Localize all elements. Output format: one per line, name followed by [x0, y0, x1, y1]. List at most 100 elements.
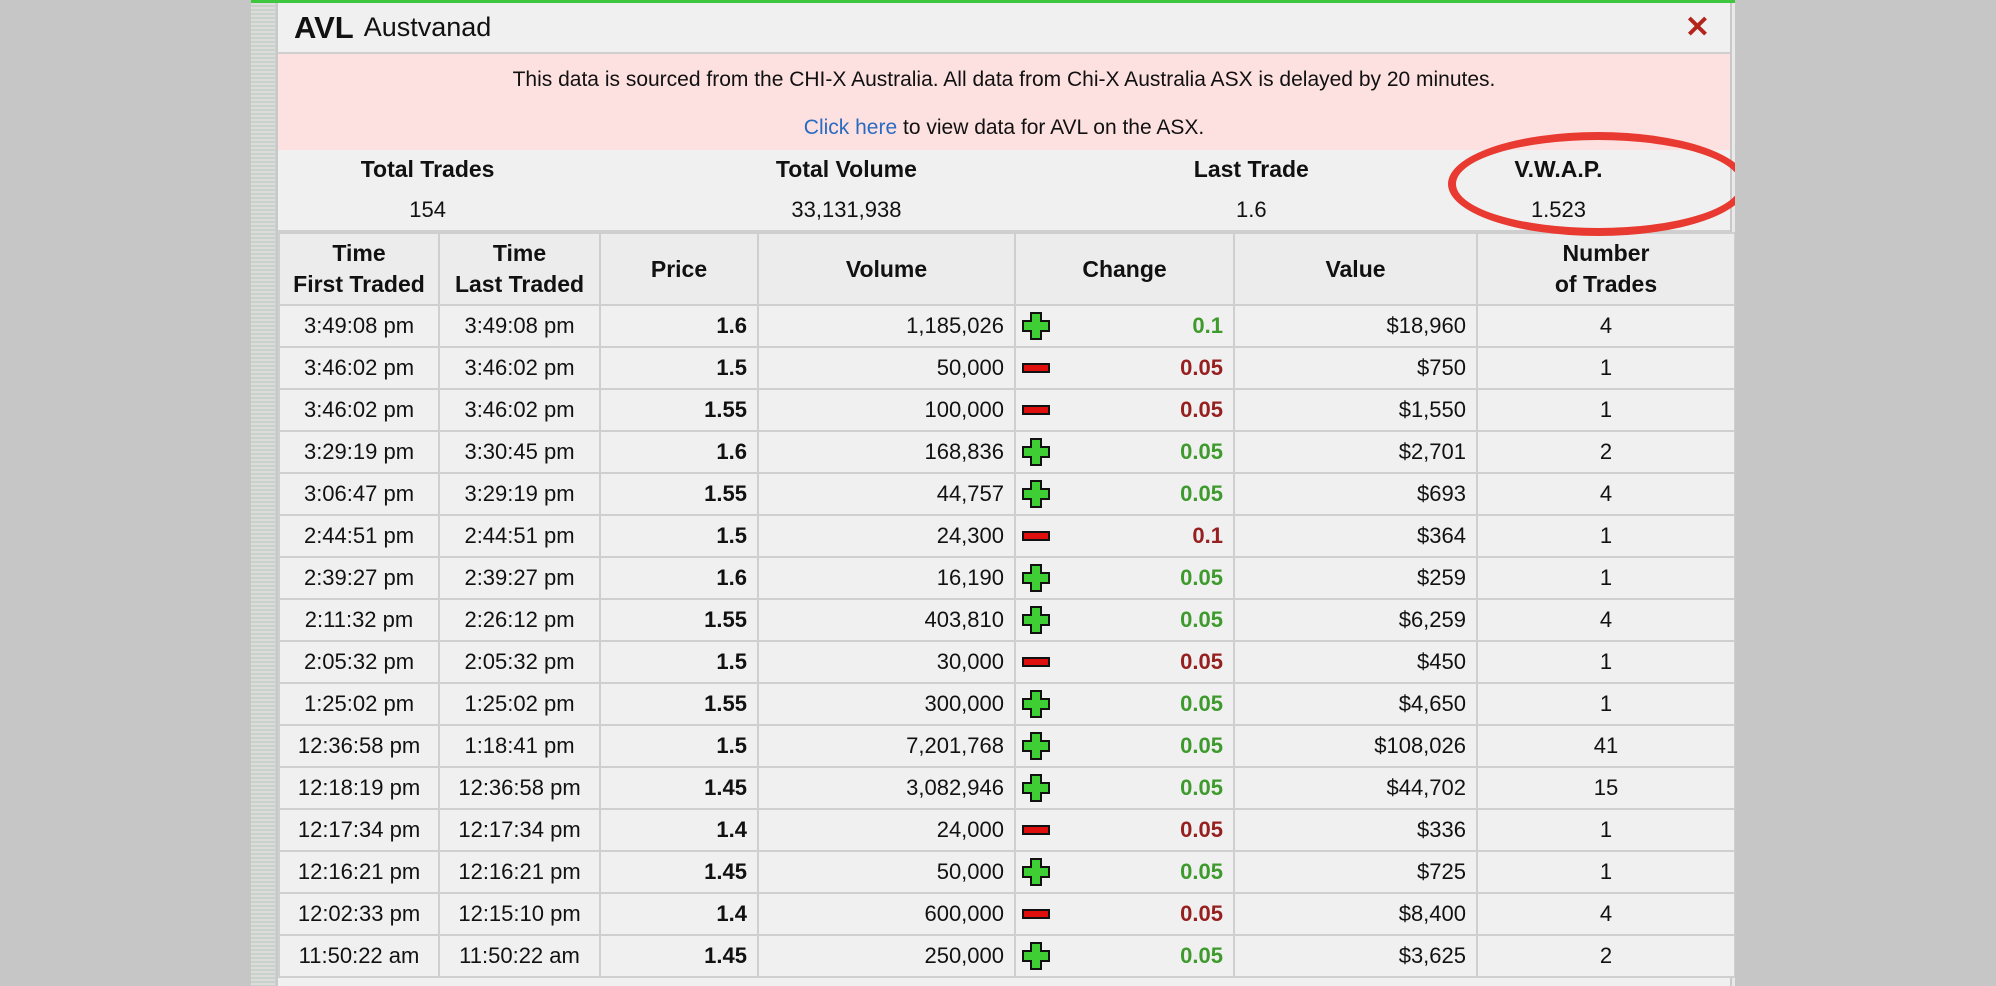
table-row[interactable]: 1:25:02 pm 1:25:02 pm 1.55 300,000 0.05 $4,65… [278, 682, 1735, 726]
price-cell: 1.5 [599, 346, 759, 390]
number-of-trades-cell: 4 [1476, 472, 1735, 516]
notice-text: This data is sourced from the CHI-X Aust… [512, 68, 1496, 91]
time-last-traded: 3:30:45 pm [438, 430, 601, 474]
table-row[interactable]: 2:11:32 pm 2:26:12 pm 1.55 403,810 0.05 $6,25… [278, 598, 1735, 642]
data-source-notice: This data is sourced from the CHI-X Aust… [278, 54, 1730, 150]
change-cell: 0.05 [1014, 850, 1235, 894]
price-cell: 1.6 [599, 304, 759, 348]
plus-icon [1022, 732, 1050, 760]
volume-cell: 250,000 [757, 934, 1016, 978]
change-cell: 0.05 [1014, 640, 1235, 684]
column-header[interactable]: Volume [757, 232, 1016, 306]
change-value: 0.05 [1180, 481, 1223, 506]
number-of-trades-cell: 41 [1476, 724, 1735, 768]
volume-cell: 50,000 [757, 850, 1016, 894]
time-last-traded: 3:46:02 pm [438, 388, 601, 432]
minus-icon [1022, 405, 1050, 415]
volume-cell: 24,300 [757, 514, 1016, 558]
last-trade-label: Last Trade [1193, 156, 1309, 182]
plus-icon [1022, 606, 1050, 634]
table-row[interactable]: 3:49:08 pm 3:49:08 pm 1.6 1,185,026 0.1 $18,9… [278, 304, 1735, 348]
price-cell: 1.45 [599, 850, 759, 894]
table-row[interactable]: 2:44:51 pm 2:44:51 pm 1.5 24,300 0.1 $364 1 [278, 514, 1735, 558]
volume-cell: 403,810 [757, 598, 1016, 642]
asx-data-link[interactable]: Click here [804, 116, 897, 139]
change-value: 0.05 [1180, 691, 1223, 716]
value-cell: $693 [1233, 472, 1478, 516]
price-cell: 1.5 [599, 724, 759, 768]
price-cell: 1.4 [599, 808, 759, 852]
table-row[interactable]: 3:29:19 pm 3:30:45 pm 1.6 168,836 0.05 $2,701… [278, 430, 1735, 474]
plus-icon [1022, 690, 1050, 718]
table-row[interactable]: 12:17:34 pm 12:17:34 pm 1.4 24,000 0.05 $336 1 [278, 808, 1735, 852]
summary-vwap: V.W.A.P. 1.523 [1387, 150, 1730, 230]
change-cell: 0.1 [1014, 304, 1235, 348]
summary-last-trade: Last Trade 1.6 [1116, 150, 1387, 230]
notice-link-suffix: to view data for AVL on the ASX. [897, 116, 1205, 139]
value-cell: $750 [1233, 346, 1478, 390]
column-header[interactable]: Change [1014, 232, 1235, 306]
time-first-traded: 3:06:47 pm [278, 472, 440, 516]
change-cell: 0.05 [1014, 766, 1235, 810]
change-value: 0.1 [1192, 523, 1223, 548]
change-value: 0.05 [1180, 439, 1223, 464]
price-cell: 1.5 [599, 640, 759, 684]
table-row[interactable]: 2:05:32 pm 2:05:32 pm 1.5 30,000 0.05 $450 1 [278, 640, 1735, 684]
number-of-trades-cell: 1 [1476, 682, 1735, 726]
price-cell: 1.6 [599, 556, 759, 600]
table-row[interactable]: 12:16:21 pm 12:16:21 pm 1.45 50,000 0.05 $725… [278, 850, 1735, 894]
number-of-trades-cell: 1 [1476, 808, 1735, 852]
number-of-trades-cell: 1 [1476, 556, 1735, 600]
column-header[interactable]: Value [1233, 232, 1478, 306]
table-row[interactable]: 2:39:27 pm 2:39:27 pm 1.6 16,190 0.05 $259 1 [278, 556, 1735, 600]
plus-icon [1022, 942, 1050, 970]
change-cell: 0.05 [1014, 346, 1235, 390]
number-of-trades-cell: 4 [1476, 892, 1735, 936]
change-value: 0.05 [1180, 565, 1223, 590]
change-cell: 0.05 [1014, 724, 1235, 768]
column-header[interactable]: Time First Traded [278, 232, 440, 306]
table-row[interactable]: 12:18:19 pm 12:36:58 pm 1.45 3,082,946 0.05 $… [278, 766, 1735, 810]
column-header[interactable]: Time Last Traded [438, 232, 601, 306]
time-last-traded: 12:36:58 pm [438, 766, 601, 810]
price-cell: 1.55 [599, 472, 759, 516]
table-row[interactable]: 11:50:22 am 11:50:22 am 1.45 250,000 0.05 $3,… [278, 934, 1735, 978]
summary-total-trades: Total Trades 154 [278, 150, 577, 230]
number-of-trades-cell: 2 [1476, 430, 1735, 474]
value-cell: $44,702 [1233, 766, 1478, 810]
time-first-traded: 2:44:51 pm [278, 514, 440, 558]
change-value: 0.1 [1192, 313, 1223, 338]
time-last-traded: 1:18:41 pm [438, 724, 601, 768]
volume-cell: 24,000 [757, 808, 1016, 852]
value-cell: $336 [1233, 808, 1478, 852]
value-cell: $725 [1233, 850, 1478, 894]
minus-icon [1022, 909, 1050, 919]
time-last-traded: 12:15:10 pm [438, 892, 601, 936]
column-header[interactable]: Number of Trades [1476, 232, 1735, 306]
volume-cell: 168,836 [757, 430, 1016, 474]
time-first-traded: 2:11:32 pm [278, 598, 440, 642]
table-row[interactable]: 3:46:02 pm 3:46:02 pm 1.55 100,000 0.05 $1,55… [278, 388, 1735, 432]
number-of-trades-cell: 1 [1476, 388, 1735, 432]
plus-icon [1022, 312, 1050, 340]
time-last-traded: 2:44:51 pm [438, 514, 601, 558]
time-last-traded: 11:50:22 am [438, 934, 601, 978]
value-cell: $6,259 [1233, 598, 1478, 642]
panel-side-stripe [251, 3, 276, 986]
change-cell: 0.05 [1014, 682, 1235, 726]
table-row[interactable]: 3:46:02 pm 3:46:02 pm 1.5 50,000 0.05 $750 1 [278, 346, 1735, 390]
time-last-traded: 1:25:02 pm [438, 682, 601, 726]
value-cell: $8,400 [1233, 892, 1478, 936]
table-row[interactable]: 3:06:47 pm 3:29:19 pm 1.55 44,757 0.05 $693 4 [278, 472, 1735, 516]
vwap-value: 1.523 [1530, 197, 1586, 222]
value-cell: $364 [1233, 514, 1478, 558]
price-cell: 1.5 [599, 514, 759, 558]
column-header[interactable]: Price [599, 232, 759, 306]
change-value: 0.05 [1180, 859, 1223, 884]
table-header-row: Time First Traded Time Last Traded Price V… [278, 232, 1735, 306]
table-row[interactable]: 12:02:33 pm 12:15:10 pm 1.4 600,000 0.05 $8,4… [278, 892, 1735, 936]
time-last-traded: 12:16:21 pm [438, 850, 601, 894]
table-row[interactable]: 12:36:58 pm 1:18:41 pm 1.5 7,201,768 0.05 $10… [278, 724, 1735, 768]
close-icon[interactable]: ✕ [1685, 13, 1710, 43]
number-of-trades-cell: 4 [1476, 598, 1735, 642]
